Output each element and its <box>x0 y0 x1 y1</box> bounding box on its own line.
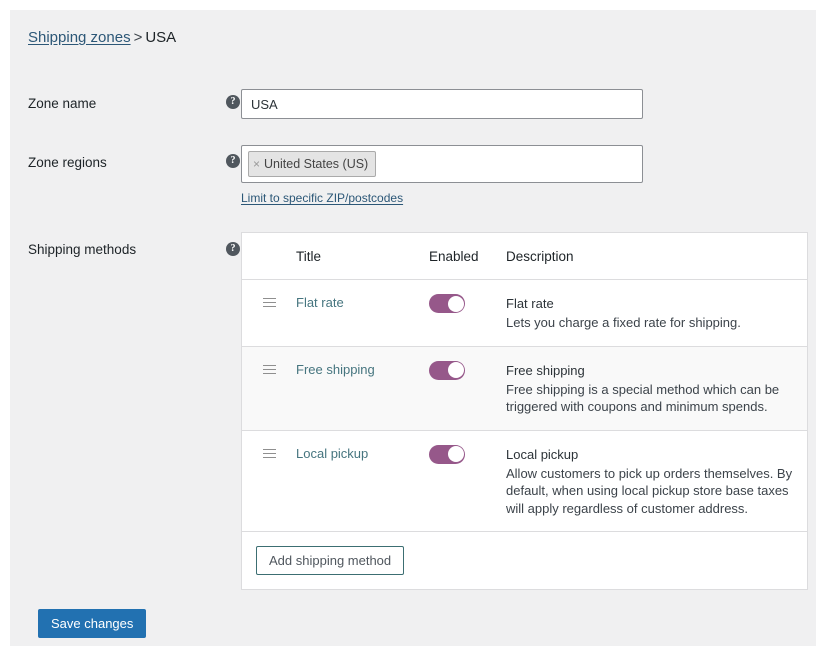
row-drag-cell[interactable] <box>242 446 296 460</box>
method-title-link[interactable]: Free shipping <box>296 362 375 377</box>
shipping-methods-help-icon[interactable]: ? <box>226 242 240 256</box>
header-enabled: Enabled <box>429 248 479 264</box>
add-shipping-method-button[interactable]: Add shipping method <box>256 546 405 575</box>
row-enabled-cell <box>429 444 506 464</box>
remove-region-icon[interactable]: × <box>253 157 260 171</box>
region-chip-label: United States (US) <box>264 157 369 171</box>
table-row: Free shipping Free shipping Free shippin… <box>242 346 807 431</box>
method-title-link[interactable]: Local pickup <box>296 446 368 461</box>
zone-name-label: Zone name <box>28 96 97 111</box>
toggle-knob <box>447 362 464 378</box>
method-description-title: Flat rate <box>506 296 554 311</box>
row-description-cell: Local pickup Allow customers to pick up … <box>506 446 807 518</box>
header-description: Description <box>506 248 574 264</box>
breadcrumb-shipping-zones-link[interactable]: Shipping zones <box>28 29 131 46</box>
enabled-toggle[interactable] <box>429 444 465 464</box>
method-description-text: Free shipping is a special method which … <box>506 381 780 415</box>
region-chip[interactable]: × United States (US) <box>248 151 377 177</box>
enabled-toggle[interactable] <box>429 294 465 313</box>
save-changes-button[interactable]: Save changes <box>38 609 147 638</box>
toggle-knob <box>447 295 464 312</box>
shipping-methods-table: Title Enabled Description Flat rate Flat… <box>241 232 808 590</box>
method-description-title: Free shipping <box>506 362 585 378</box>
breadcrumb: Shipping zones > USA <box>28 29 176 46</box>
drag-handle-icon[interactable] <box>263 448 276 460</box>
row-drag-cell[interactable] <box>242 362 296 376</box>
breadcrumb-current: USA <box>145 29 177 46</box>
zone-name-help-icon[interactable]: ? <box>226 95 240 109</box>
drag-handle-icon[interactable] <box>263 364 276 376</box>
method-description-text: Allow customers to pick up orders themse… <box>506 465 793 516</box>
method-title-link[interactable]: Flat rate <box>296 295 344 310</box>
zone-name-input[interactable] <box>241 89 643 119</box>
row-description-cell: Flat rate Lets you charge a fixed rate f… <box>506 295 807 332</box>
method-description-title: Local pickup <box>506 446 579 462</box>
row-title-cell: Local pickup <box>296 446 429 462</box>
table-row: Local pickup Local pickup Allow customer… <box>242 431 807 532</box>
row-description-cell: Free shipping Free shipping is a special… <box>506 362 807 416</box>
row-drag-cell[interactable] <box>242 295 296 309</box>
zone-regions-label: Zone regions <box>28 155 107 170</box>
breadcrumb-separator: > <box>133 29 143 46</box>
enabled-toggle[interactable] <box>429 360 465 380</box>
row-enabled-cell <box>429 294 506 313</box>
zone-regions-help-icon[interactable]: ? <box>226 154 240 168</box>
row-title-cell: Flat rate <box>296 295 429 311</box>
row-title-cell: Free shipping <box>296 362 429 378</box>
drag-handle-icon[interactable] <box>263 298 276 309</box>
row-enabled-cell <box>429 360 506 380</box>
method-description-text: Lets you charge a fixed rate for shippin… <box>506 315 741 330</box>
table-header-row: Title Enabled Description <box>242 233 807 280</box>
settings-panel: Shipping zones>USA Zone name ? Zone regi… <box>10 10 816 646</box>
header-title: Title <box>296 248 322 264</box>
table-row: Flat rate Flat rate Lets you charge a fi… <box>242 280 807 347</box>
table-footer: Add shipping method <box>242 532 807 589</box>
shipping-methods-label: Shipping methods <box>28 242 137 257</box>
limit-zip-postcodes-link[interactable]: Limit to specific ZIP/postcodes <box>241 191 403 205</box>
toggle-knob <box>447 446 464 462</box>
zone-regions-select[interactable]: × United States (US) <box>241 145 643 183</box>
